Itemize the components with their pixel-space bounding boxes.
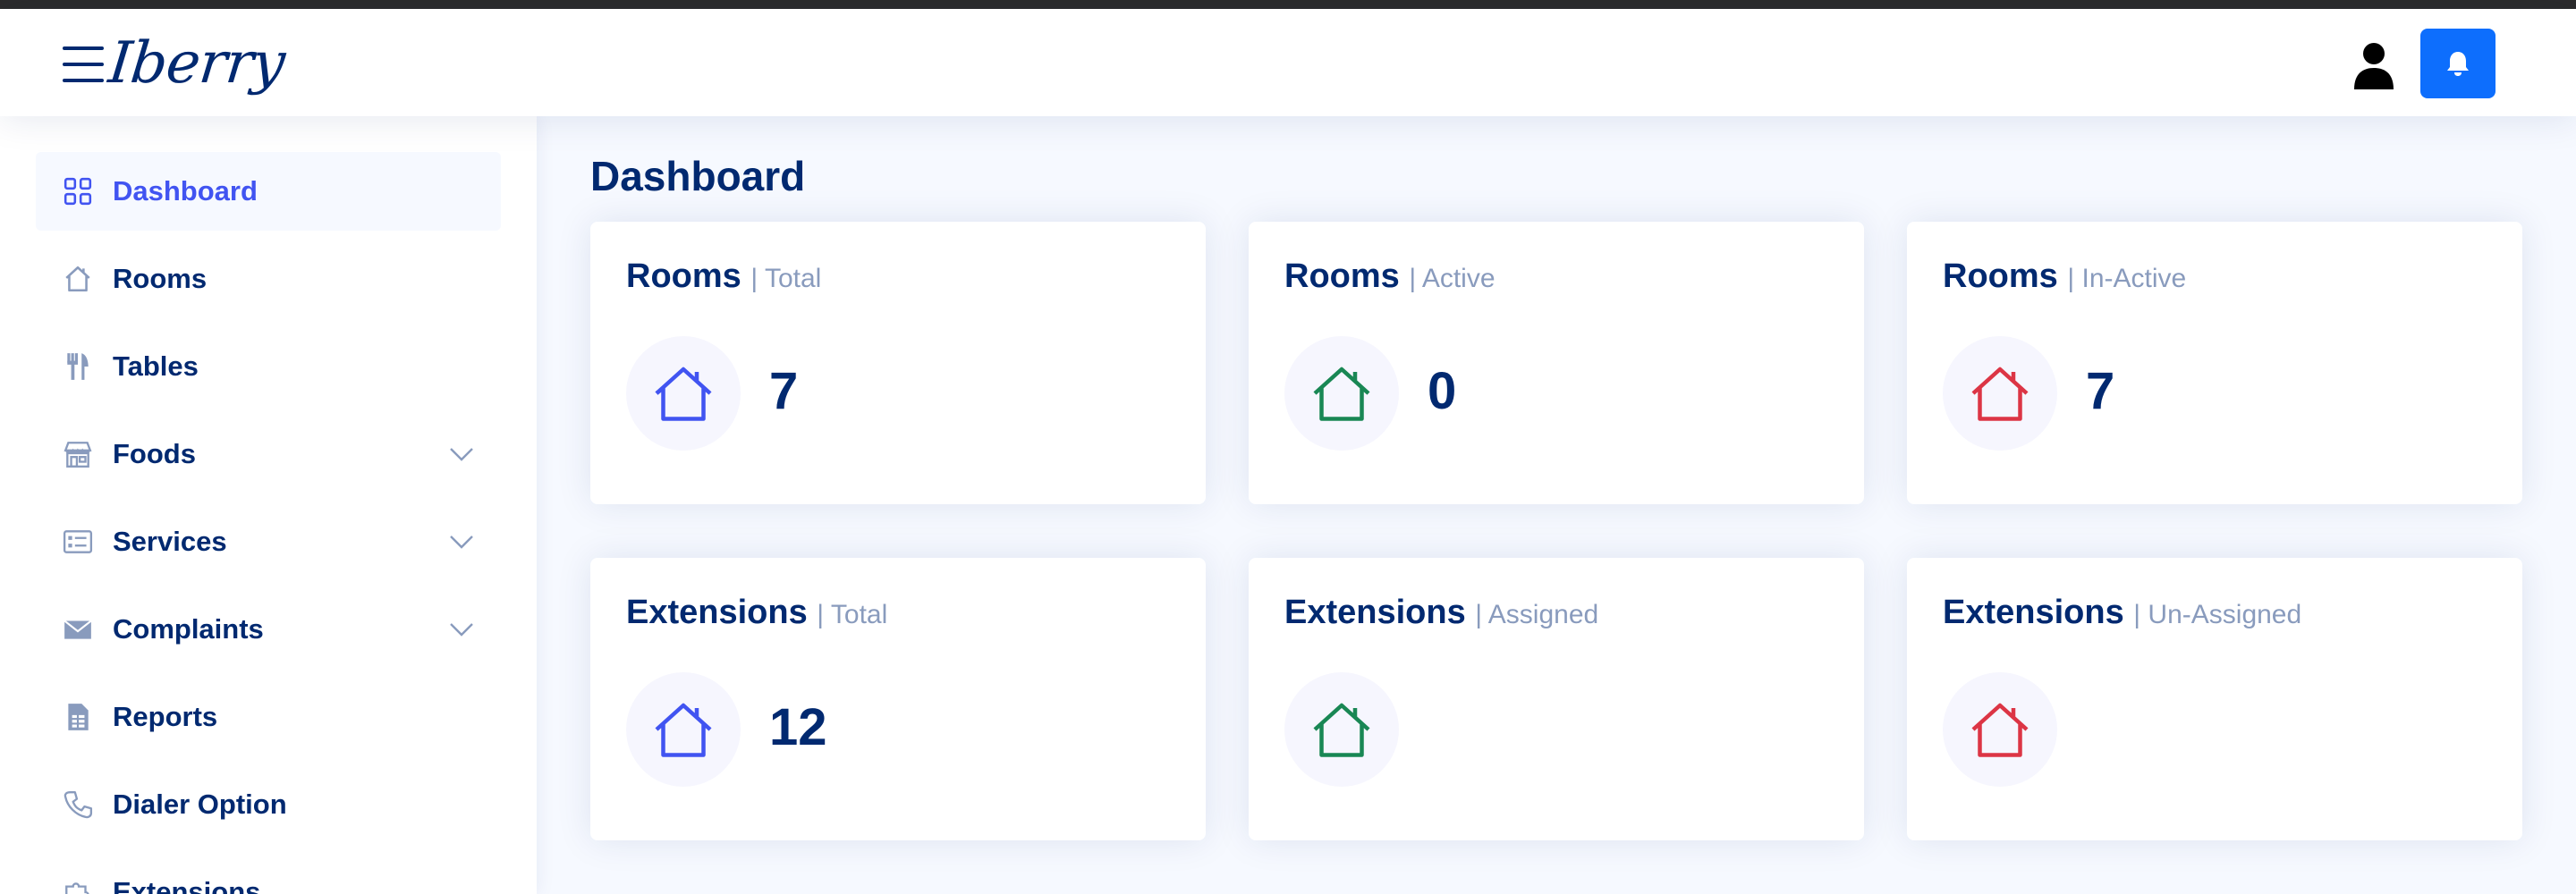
menu-toggle-icon[interactable] (63, 46, 104, 82)
card-subtitle: | Un-Assigned (2133, 600, 2302, 629)
house-icon (1943, 336, 2057, 451)
bell-icon (2447, 52, 2469, 76)
sidebar: Dashboard Rooms Tables Foods Services Co… (0, 116, 537, 894)
puzzle-icon (63, 877, 93, 894)
fork-knife-icon (63, 351, 93, 382)
sidebar-item-tables[interactable]: Tables (36, 327, 501, 406)
card-subtitle: | Active (1409, 264, 1496, 293)
notifications-button[interactable] (2420, 29, 2496, 98)
sidebar-item-rooms[interactable]: Rooms (36, 240, 501, 318)
card-subtitle: | In-Active (2067, 264, 2187, 293)
chevron-down-icon[interactable] (449, 442, 474, 467)
card-extensions-total: Extensions | Total 12 (590, 558, 1206, 840)
house-icon (63, 264, 93, 294)
card-list-icon (63, 527, 93, 557)
person-icon[interactable] (2352, 41, 2395, 91)
sidebar-item-label: Dashboard (113, 175, 258, 207)
telephone-icon (63, 789, 93, 820)
sidebar-item-dialer-option[interactable]: Dialer Option (36, 765, 501, 844)
card-title: Extensions (1284, 594, 1466, 631)
chevron-down-icon[interactable] (449, 617, 474, 642)
chevron-down-icon[interactable] (449, 529, 474, 554)
app-logo[interactable]: Iberry (105, 25, 288, 102)
sidebar-item-extensions[interactable]: Extensions (36, 853, 501, 894)
card-rooms-active: Rooms | Active 0 (1249, 222, 1864, 504)
sidebar-item-label: Services (113, 526, 227, 557)
grid-icon (63, 176, 93, 207)
house-icon (626, 336, 741, 451)
house-icon (1284, 672, 1399, 787)
top-header: Iberry (0, 9, 2576, 116)
main-content: Dashboard Rooms | Total 7 Rooms | Active… (537, 116, 2576, 894)
spreadsheet-icon (63, 702, 93, 732)
sidebar-item-label: Rooms (113, 263, 208, 294)
sidebar-item-services[interactable]: Services (36, 502, 501, 581)
sidebar-item-foods[interactable]: Foods (36, 415, 501, 493)
card-title: Rooms (626, 257, 741, 295)
sidebar-item-label: Tables (113, 350, 199, 382)
card-title: Extensions (626, 594, 808, 631)
sidebar-item-label: Dialer Option (113, 789, 287, 820)
card-value: 12 (769, 698, 827, 756)
sidebar-item-label: Extensions (113, 876, 261, 894)
card-value: 0 (1428, 362, 1457, 420)
card-extensions-unassigned: Extensions | Un-Assigned (1907, 558, 2522, 840)
card-title: Rooms (1284, 257, 1400, 295)
sidebar-item-label: Reports (113, 701, 218, 732)
page-title: Dashboard (590, 153, 806, 199)
envelope-icon (63, 614, 93, 645)
card-subtitle: | Assigned (1475, 600, 1599, 629)
card-value: 7 (769, 362, 799, 420)
house-icon (626, 672, 741, 787)
card-title: Rooms (1943, 257, 2058, 295)
sidebar-item-label: Complaints (113, 613, 264, 645)
house-icon (1284, 336, 1399, 451)
card-rooms-total: Rooms | Total 7 (590, 222, 1206, 504)
card-value: 7 (2086, 362, 2115, 420)
card-rooms-inactive: Rooms | In-Active 7 (1907, 222, 2522, 504)
card-extensions-assigned: Extensions | Assigned (1249, 558, 1864, 840)
shop-icon (63, 439, 93, 469)
sidebar-item-label: Foods (113, 438, 196, 469)
card-subtitle: | Total (817, 600, 888, 629)
sidebar-item-dashboard[interactable]: Dashboard (36, 152, 501, 231)
sidebar-item-reports[interactable]: Reports (36, 678, 501, 756)
house-icon (1943, 672, 2057, 787)
window-top-strip (0, 0, 2576, 9)
sidebar-item-complaints[interactable]: Complaints (36, 590, 501, 669)
card-title: Extensions (1943, 594, 2124, 631)
card-subtitle: | Total (750, 264, 822, 293)
